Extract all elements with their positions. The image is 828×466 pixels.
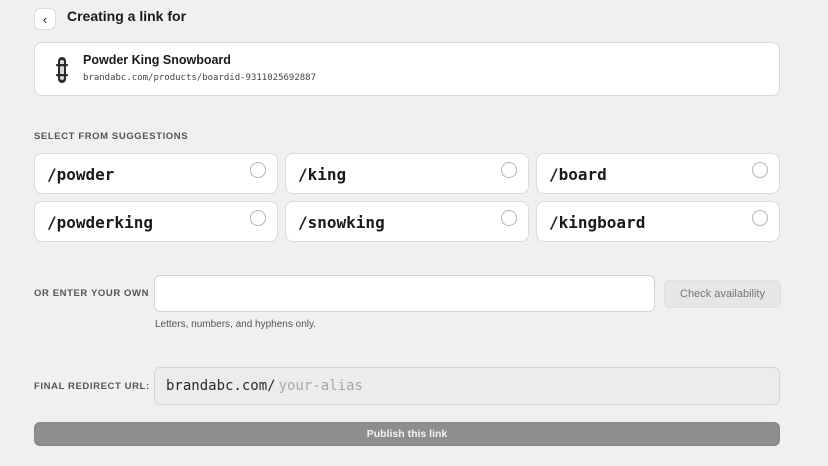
- product-name: Powder King Snowboard: [83, 53, 231, 67]
- suggestion-option[interactable]: /powder: [34, 153, 278, 194]
- product-url: brandabc.com/products/boardid-9311025692…: [83, 73, 316, 83]
- redirect-url-preview: brandabc.com/ your-alias: [154, 367, 780, 405]
- radio-button[interactable]: [752, 210, 768, 226]
- suggestion-option[interactable]: /powderking: [34, 201, 278, 242]
- page-title: Creating a link for: [67, 8, 187, 24]
- suggestion-option[interactable]: /kingboard: [536, 201, 780, 242]
- radio-button[interactable]: [250, 162, 266, 178]
- suggestion-option[interactable]: /snowking: [285, 201, 529, 242]
- suggestion-slug: /kingboard: [549, 213, 646, 232]
- radio-button[interactable]: [501, 210, 517, 226]
- snowboard-icon: [56, 57, 68, 83]
- radio-button[interactable]: [501, 162, 517, 178]
- radio-button[interactable]: [752, 162, 768, 178]
- suggestion-slug: /board: [549, 165, 607, 184]
- redirect-label: FINAL REDIRECT URL:: [34, 381, 150, 392]
- check-availability-button[interactable]: Check availability: [664, 280, 781, 308]
- suggestion-option[interactable]: /king: [285, 153, 529, 194]
- redirect-domain: brandabc.com/: [166, 378, 276, 394]
- custom-alias-label: OR ENTER YOUR OWN: [34, 288, 150, 299]
- product-card: Powder King Snowboard brandabc.com/produ…: [34, 42, 780, 96]
- alias-hint: Letters, numbers, and hyphens only.: [155, 319, 317, 330]
- suggestion-slug: /snowking: [298, 213, 385, 232]
- suggestion-slug: /powderking: [47, 213, 153, 232]
- back-button[interactable]: ‹: [34, 8, 56, 30]
- suggestions-label: SELECT FROM SUGGESTIONS: [34, 131, 189, 142]
- custom-alias-input[interactable]: [154, 275, 655, 312]
- redirect-alias-placeholder: your-alias: [278, 378, 363, 394]
- suggestion-slug: /king: [298, 165, 347, 184]
- radio-button[interactable]: [250, 210, 266, 226]
- suggestion-slug: /powder: [47, 165, 115, 184]
- publish-button[interactable]: Publish this link: [34, 422, 780, 446]
- chevron-left-icon: ‹: [42, 11, 48, 27]
- suggestion-option[interactable]: /board: [536, 153, 780, 194]
